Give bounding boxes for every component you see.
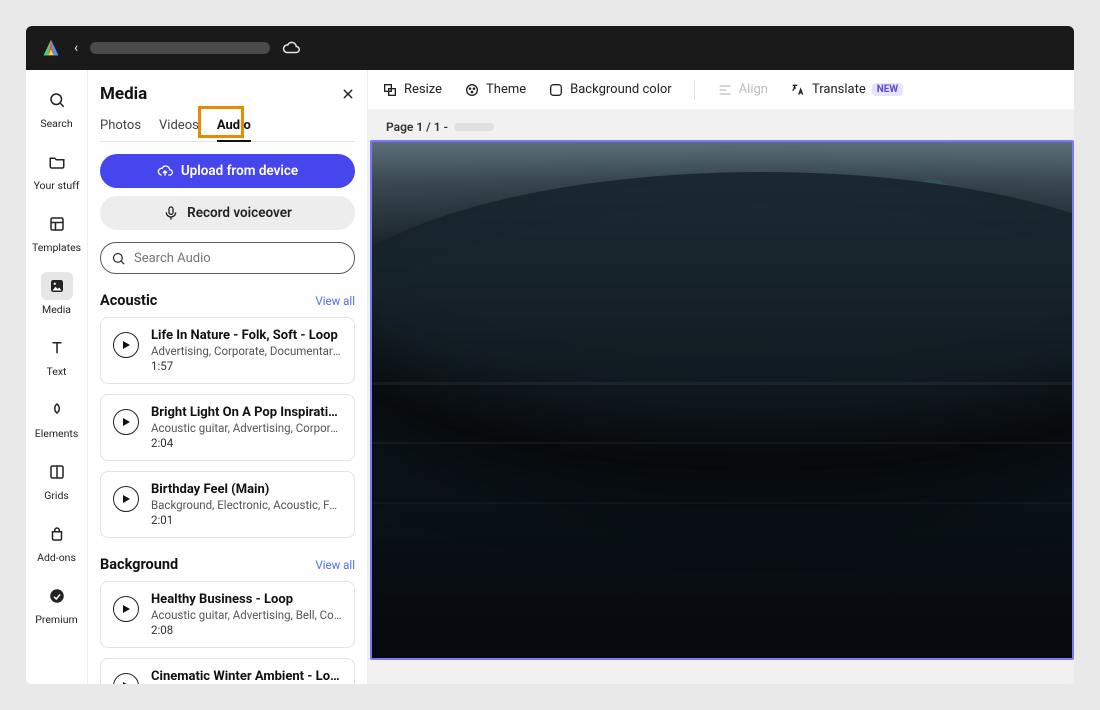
resize-icon <box>382 82 398 98</box>
play-button[interactable] <box>113 486 139 512</box>
tool-theme[interactable]: Theme <box>464 82 526 98</box>
track-tags: Acoustic guitar, Advertising, Bell, Corp… <box>151 608 342 622</box>
main-area: Search Your stuff Templates Media <box>26 70 1074 684</box>
search-icon <box>111 251 126 266</box>
upload-from-device-button[interactable]: Upload from device <box>100 154 355 188</box>
track-tags: Acoustic guitar, Advertising, Corporate,… <box>151 421 342 435</box>
page-indicator: Page 1 / 1 - <box>368 110 1074 140</box>
leftnav-your-stuff[interactable]: Your stuff <box>26 142 87 198</box>
track-title: Cinematic Winter Ambient - Loop <box>151 669 342 684</box>
translate-icon <box>790 82 806 98</box>
theme-icon <box>464 82 480 98</box>
elements-icon <box>47 400 67 420</box>
record-label: Record voiceover <box>187 205 292 221</box>
leftnav-grids[interactable]: Grids <box>26 452 87 508</box>
leftnav-templates[interactable]: Templates <box>26 204 87 260</box>
background-color-icon <box>548 82 564 98</box>
left-nav: Search Your stuff Templates Media <box>26 70 88 684</box>
search-icon <box>47 90 67 110</box>
addons-icon <box>47 524 67 544</box>
leftnav-label: Your stuff <box>34 179 80 192</box>
play-button[interactable] <box>113 673 139 684</box>
leftnav-search[interactable]: Search <box>26 80 87 136</box>
align-icon <box>717 82 733 98</box>
tab-photos[interactable]: Photos <box>100 114 141 141</box>
leftnav-label: Add-ons <box>37 551 76 564</box>
media-icon <box>47 276 67 296</box>
track-duration: 1:57 <box>151 359 342 373</box>
canvas-page[interactable] <box>370 140 1074 660</box>
cloud-sync-icon[interactable] <box>282 39 300 57</box>
section-title-acoustic: Acoustic <box>100 292 157 309</box>
view-all-link[interactable]: View all <box>315 294 355 308</box>
new-badge: NEW <box>872 83 903 96</box>
audio-track[interactable]: Life In Nature - Folk, Soft - Loop Adver… <box>100 317 355 384</box>
toolbar-divider <box>694 80 695 100</box>
grids-icon <box>47 462 67 482</box>
tool-align: Align <box>717 82 768 98</box>
track-duration: 2:08 <box>151 623 342 637</box>
page-label: Page 1 / 1 - <box>386 120 448 134</box>
audio-track[interactable]: Birthday Feel (Main) Background, Electro… <box>100 471 355 538</box>
upload-label: Upload from device <box>181 163 298 179</box>
tool-translate[interactable]: Translate NEW <box>790 82 903 98</box>
page-name-placeholder[interactable] <box>454 123 494 131</box>
track-title: Healthy Business - Loop <box>151 592 342 607</box>
record-voiceover-button[interactable]: Record voiceover <box>100 196 355 230</box>
media-tabs: Photos Videos Audio <box>100 114 355 142</box>
play-button[interactable] <box>113 332 139 358</box>
microphone-icon <box>163 205 179 221</box>
folder-icon <box>47 152 67 172</box>
leftnav-label: Elements <box>35 427 79 440</box>
track-duration: 2:01 <box>151 513 342 527</box>
audio-track[interactable]: Bright Light On A Pop Inspiratio… Acoust… <box>100 394 355 461</box>
track-duration: 2:04 <box>151 436 342 450</box>
leftnav-label: Text <box>47 365 67 378</box>
premium-icon <box>47 586 67 606</box>
view-all-link[interactable]: View all <box>315 558 355 572</box>
media-panel: Media Photos Videos Audio Upload from de… <box>88 70 368 684</box>
canvas-toolbar: Resize Theme Background color Align <box>368 70 1074 110</box>
leftnav-elements[interactable]: Elements <box>26 390 87 446</box>
leftnav-media[interactable]: Media <box>26 266 87 322</box>
leftnav-addons[interactable]: Add-ons <box>26 514 87 570</box>
track-title: Bright Light On A Pop Inspiratio… <box>151 405 342 420</box>
search-audio-field[interactable] <box>100 242 355 274</box>
topbar: ‹ <box>26 26 1074 70</box>
audio-track[interactable]: Cinematic Winter Ambient - Loop Advertis… <box>100 658 355 684</box>
app-window: ‹ Search Your stuff <box>26 26 1074 684</box>
track-title: Birthday Feel (Main) <box>151 482 342 497</box>
canvas-area: Resize Theme Background color Align <box>368 70 1074 684</box>
text-icon <box>47 338 67 358</box>
leftnav-text[interactable]: Text <box>26 328 87 384</box>
track-title: Life In Nature - Folk, Soft - Loop <box>151 328 342 343</box>
templates-icon <box>47 214 67 234</box>
audio-track[interactable]: Healthy Business - Loop Acoustic guitar,… <box>100 581 355 648</box>
tab-audio[interactable]: Audio <box>217 114 251 141</box>
play-button[interactable] <box>113 409 139 435</box>
leftnav-label: Media <box>42 303 71 316</box>
upload-icon <box>157 163 173 179</box>
app-logo-icon <box>40 37 62 59</box>
section-title-background: Background <box>100 556 178 573</box>
tab-videos[interactable]: Videos <box>159 114 199 141</box>
leftnav-label: Grids <box>44 489 69 502</box>
leftnav-label: Premium <box>35 613 77 626</box>
leftnav-label: Search <box>40 117 72 130</box>
panel-title: Media <box>100 84 147 104</box>
track-tags: Background, Electronic, Acoustic, Folk, … <box>151 498 342 512</box>
track-tags: Advertising, Corporate, Documentary, D… <box>151 344 342 358</box>
close-panel-icon[interactable] <box>341 87 355 101</box>
back-chevron-icon[interactable]: ‹ <box>74 40 78 56</box>
play-button[interactable] <box>113 596 139 622</box>
leftnav-premium[interactable]: Premium <box>26 576 87 632</box>
tool-resize[interactable]: Resize <box>382 82 442 98</box>
tool-background-color[interactable]: Background color <box>548 82 672 98</box>
leftnav-label: Templates <box>32 241 81 254</box>
search-input[interactable] <box>134 251 344 266</box>
document-title-placeholder[interactable] <box>90 42 270 54</box>
